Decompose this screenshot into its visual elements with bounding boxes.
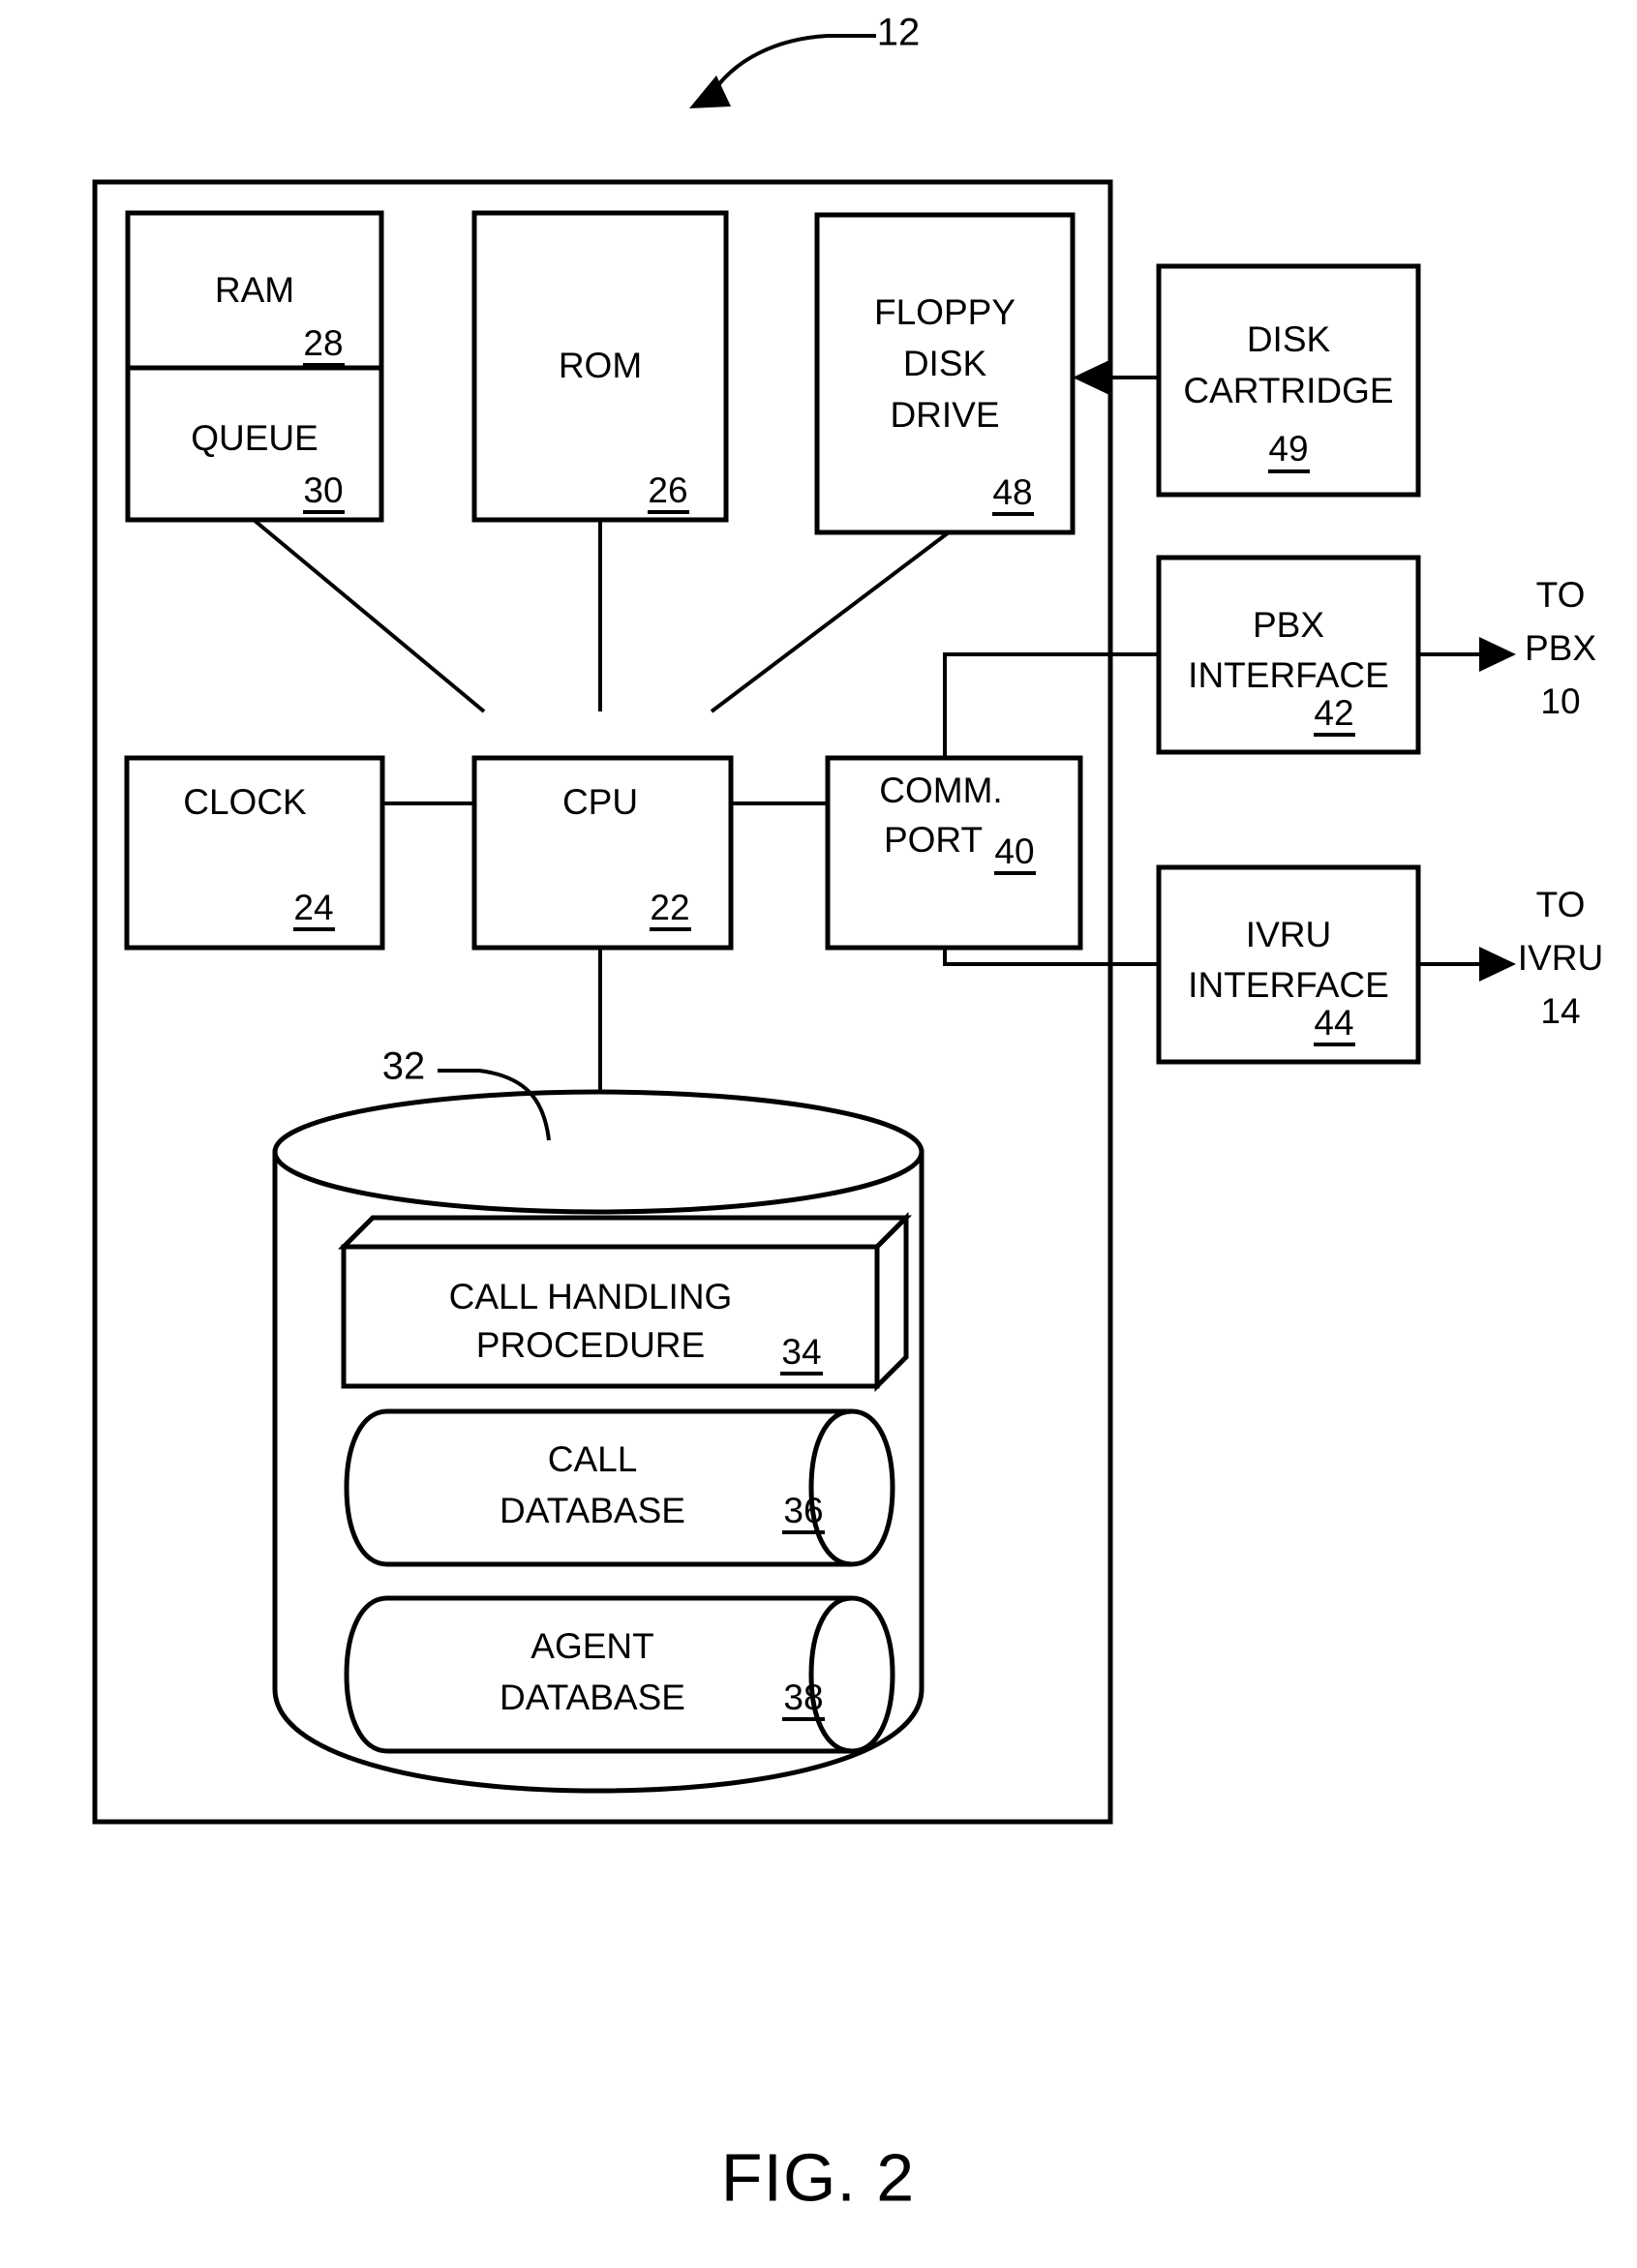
callout-leader-line: [711, 34, 876, 95]
arrowhead-into-floppy-icon: [1073, 360, 1109, 395]
arrowhead-to-ivru-icon: [1479, 947, 1516, 982]
to-ivru-line3: 14: [1540, 991, 1580, 1031]
floppy-numeral: 48: [992, 472, 1032, 512]
ram-queue-block: RAM 28 QUEUE 30: [125, 210, 384, 523]
ivru-interface-label-line2: INTERFACE: [1188, 965, 1389, 1005]
ivru-interface-label-line1: IVRU: [1246, 915, 1331, 954]
to-pbx-line3: 10: [1540, 681, 1580, 721]
storage-cylinder-top-ellipse: [272, 1089, 925, 1215]
arrowhead-to-pbx-icon: [1479, 637, 1516, 672]
ram-numeral: 28: [303, 323, 343, 363]
cpu-label: CPU: [562, 782, 638, 822]
rom-block: ROM 26: [471, 210, 729, 523]
ivru-interface-block: IVRU INTERFACE 44: [1156, 864, 1421, 1065]
agent-database-block: AGENT DATABASE 38: [344, 1595, 895, 1754]
comm-port-label-line2: PORT: [884, 820, 983, 860]
pbx-interface-numeral: 42: [1314, 693, 1353, 733]
call-handling-procedure-block: CALL HANDLING PROCEDURE 34: [337, 1211, 913, 1393]
pbx-interface-label-line2: INTERFACE: [1188, 655, 1389, 695]
to-pbx-line1: TO: [1536, 575, 1586, 615]
to-pbx-label: TO PBX 10: [1525, 575, 1596, 721]
figure-caption: FIG. 2: [721, 2139, 915, 2215]
rom-numeral: 26: [648, 470, 687, 510]
queue-numeral: 30: [303, 470, 343, 510]
to-ivru-label: TO IVRU 14: [1518, 885, 1603, 1031]
disk-cartridge-block: DISK CARTRIDGE 49: [1156, 263, 1421, 498]
floppy-label-line2: DISK: [903, 344, 987, 383]
call-database-label-line1: CALL: [548, 1439, 638, 1479]
comm-port-label-line1: COMM.: [879, 771, 1002, 810]
reference-numeral-12: 12: [877, 12, 921, 54]
floppy-disk-drive-block: FLOPPY DISK DRIVE 48: [814, 212, 1076, 535]
chp-numeral: 34: [781, 1332, 821, 1372]
connector-floppy-to-cpu: [710, 530, 951, 713]
clock-block: CLOCK 24: [124, 755, 385, 951]
comm-port-numeral: 40: [994, 832, 1034, 871]
disk-cartridge-label-line2: CARTRIDGE: [1183, 371, 1393, 410]
chp-label-line2: PROCEDURE: [476, 1325, 705, 1365]
call-database-block: CALL DATABASE 36: [344, 1408, 895, 1567]
figure-root: 12 RAM 28 QUEUE 30 ROM 26 FLOPPY DISK DR…: [0, 0, 1637, 2268]
connector-ram-to-cpu: [252, 518, 486, 713]
floppy-label-line3: DRIVE: [890, 395, 999, 435]
pbx-interface-label-line1: PBX: [1253, 605, 1324, 645]
chp-label-line1: CALL HANDLING: [449, 1277, 733, 1316]
rom-label: ROM: [559, 346, 642, 385]
queue-label: QUEUE: [191, 418, 318, 458]
storage-numeral: 32: [382, 1045, 426, 1088]
comm-port-block: COMM. PORT 40: [825, 755, 1083, 951]
clock-numeral: 24: [293, 888, 333, 927]
floppy-label-line1: FLOPPY: [874, 292, 1016, 332]
pbx-interface-block: PBX INTERFACE 42: [1156, 555, 1421, 755]
disk-cartridge-numeral: 49: [1268, 429, 1308, 469]
to-ivru-line1: TO: [1536, 885, 1586, 924]
chp-top-face: [337, 1215, 913, 1250]
clock-label: CLOCK: [183, 782, 307, 822]
agent-database-label-line1: AGENT: [531, 1626, 653, 1666]
chp-right-face: [874, 1211, 909, 1393]
agent-database-numeral: 38: [783, 1678, 823, 1717]
ivru-interface-numeral: 44: [1314, 1003, 1353, 1043]
reference-callout-12: 12: [689, 12, 920, 108]
cpu-block: CPU 22: [471, 755, 734, 951]
patent-figure-diagram: 12 RAM 28 QUEUE 30 ROM 26 FLOPPY DISK DR…: [92, 12, 1603, 2215]
to-pbx-line2: PBX: [1525, 628, 1596, 668]
agent-database-label-line2: DATABASE: [500, 1678, 685, 1717]
to-ivru-line2: IVRU: [1518, 938, 1603, 978]
disk-cartridge-label-line1: DISK: [1247, 319, 1331, 359]
call-database-label-line2: DATABASE: [500, 1491, 685, 1530]
connector-commport-to-pbx-interface: [943, 652, 1159, 758]
call-database-numeral: 36: [783, 1491, 823, 1530]
ram-label: RAM: [215, 270, 294, 310]
cpu-numeral: 22: [650, 888, 689, 927]
